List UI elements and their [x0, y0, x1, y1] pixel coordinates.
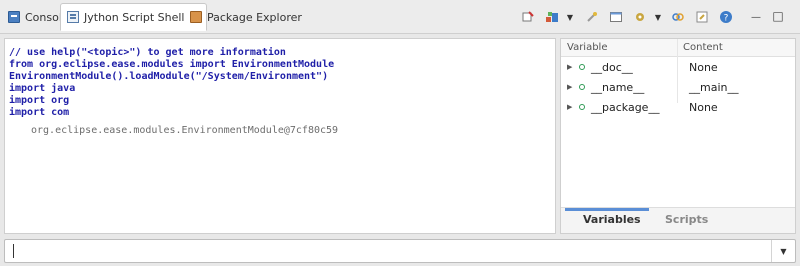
expand-arrow-icon[interactable]: ▶: [567, 103, 572, 111]
export-icon[interactable]: [694, 9, 710, 25]
code-line: EnvironmentModule().loadModule("/System/…: [9, 71, 329, 82]
variable-value: None: [689, 61, 718, 74]
package-explorer-icon: [190, 11, 202, 23]
variable-icon: [579, 64, 585, 70]
variable-icon: [579, 84, 585, 90]
view-tab-bar: Console Jython Script Shell ⊠ Package Ex…: [0, 0, 800, 34]
help-icon[interactable]: ?: [718, 9, 734, 25]
tab-package-explorer-label: Package Explorer: [207, 10, 302, 24]
clear-icon[interactable]: [520, 9, 536, 25]
tab-package-explorer[interactable]: Package Explorer: [184, 4, 308, 30]
script-output-area[interactable]: // use help("<topic>") to get more infor…: [4, 38, 556, 234]
tab-scripts[interactable]: Scripts: [665, 213, 708, 231]
text-caret: [13, 244, 14, 258]
link-icon[interactable]: [670, 9, 686, 25]
variable-value: None: [689, 101, 718, 114]
menu-caret-icon-2[interactable]: ▼: [654, 9, 662, 25]
history-dropdown-icon[interactable]: ▼: [771, 240, 795, 262]
code-line: // use help("<topic>") to get more infor…: [9, 47, 286, 58]
tab-variables[interactable]: Variables: [583, 213, 641, 231]
view-icon[interactable]: [608, 9, 624, 25]
variables-pane: Variable Content ▶ __doc__ None ▶ __name…: [560, 38, 796, 234]
variable-value: __main__: [689, 81, 739, 94]
variables-header: Variable Content: [561, 39, 795, 57]
svg-text:?: ?: [724, 14, 729, 24]
variable-name: __package__: [591, 101, 660, 114]
execution-result: org.eclipse.ease.modules.EnvironmentModu…: [31, 125, 339, 136]
column-content[interactable]: Content: [683, 42, 723, 53]
variable-name: __name__: [591, 81, 645, 94]
variable-icon: [579, 104, 585, 110]
pin-icon[interactable]: [584, 9, 600, 25]
variable-name: __doc__: [591, 61, 633, 74]
variables-tab-bar: Variables Scripts: [561, 207, 795, 233]
settings-icon[interactable]: [632, 9, 648, 25]
column-variable[interactable]: Variable: [567, 42, 608, 53]
minimize-icon[interactable]: —: [748, 9, 764, 25]
maximize-icon[interactable]: □: [770, 8, 786, 24]
expand-arrow-icon[interactable]: ▶: [567, 83, 572, 91]
console-icon: [8, 11, 20, 23]
active-tab-indicator: [565, 208, 649, 211]
code-line: import org: [9, 95, 70, 106]
code-line: import com: [9, 107, 70, 118]
menu-caret-icon[interactable]: ▼: [566, 9, 574, 25]
expand-arrow-icon[interactable]: ▶: [567, 63, 572, 71]
code-line: import java: [9, 83, 76, 94]
command-input[interactable]: ▼: [4, 239, 796, 263]
reload-icon[interactable]: [544, 9, 560, 25]
script-shell-icon: [67, 11, 79, 23]
variable-row[interactable]: ▶ __doc__ None: [561, 59, 795, 77]
code-line: from org.eclipse.ease.modules import Env…: [9, 59, 335, 70]
variable-row[interactable]: ▶ __name__ __main__: [561, 79, 795, 97]
variable-row[interactable]: ▶ __package__ None: [561, 99, 795, 117]
tab-jython-label: Jython Script Shell: [84, 10, 185, 24]
